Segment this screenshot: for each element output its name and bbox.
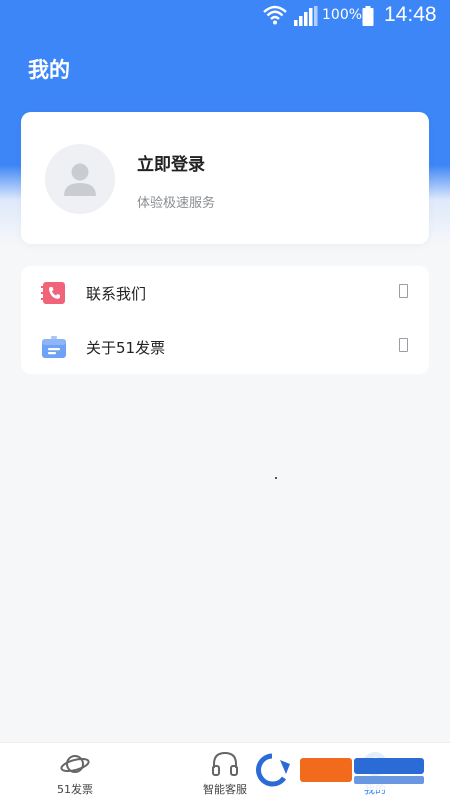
- menu-item-label: 关于51发票: [86, 339, 166, 357]
- status-bar: 100% 14:48: [0, 0, 450, 32]
- artifact-dot: [275, 477, 277, 479]
- battery-icon: [362, 6, 374, 26]
- wifi-icon: [263, 5, 287, 25]
- tab-label: 51发票: [57, 783, 93, 796]
- avatar[interactable]: [45, 144, 115, 214]
- chevron-right-icon: [399, 338, 408, 352]
- headset-icon: [212, 751, 238, 776]
- tab-51-invoice[interactable]: 51发票: [25, 743, 125, 800]
- login-subtitle: 体验极速服务: [137, 196, 216, 211]
- login-title[interactable]: 立即登录: [137, 150, 205, 175]
- menu-card: 联系我们 关于51发票: [21, 266, 429, 374]
- info-card-icon: [42, 336, 66, 358]
- signal-icon: [294, 6, 318, 26]
- menu-item-label: 联系我们: [86, 285, 147, 303]
- planet-icon: [60, 755, 90, 773]
- status-time: 14:48: [384, 3, 437, 26]
- site-watermark-logo: [250, 750, 430, 790]
- phone-book-icon: [41, 282, 65, 304]
- chevron-right-icon: [399, 284, 408, 298]
- menu-item-contact-us[interactable]: 联系我们: [21, 266, 429, 320]
- battery-percent: 100%: [322, 7, 363, 23]
- login-card[interactable]: 立即登录 体验极速服务: [21, 112, 429, 244]
- default-avatar-icon: [64, 163, 96, 196]
- page-title: 我的: [28, 58, 70, 82]
- menu-item-about[interactable]: 关于51发票: [21, 320, 429, 374]
